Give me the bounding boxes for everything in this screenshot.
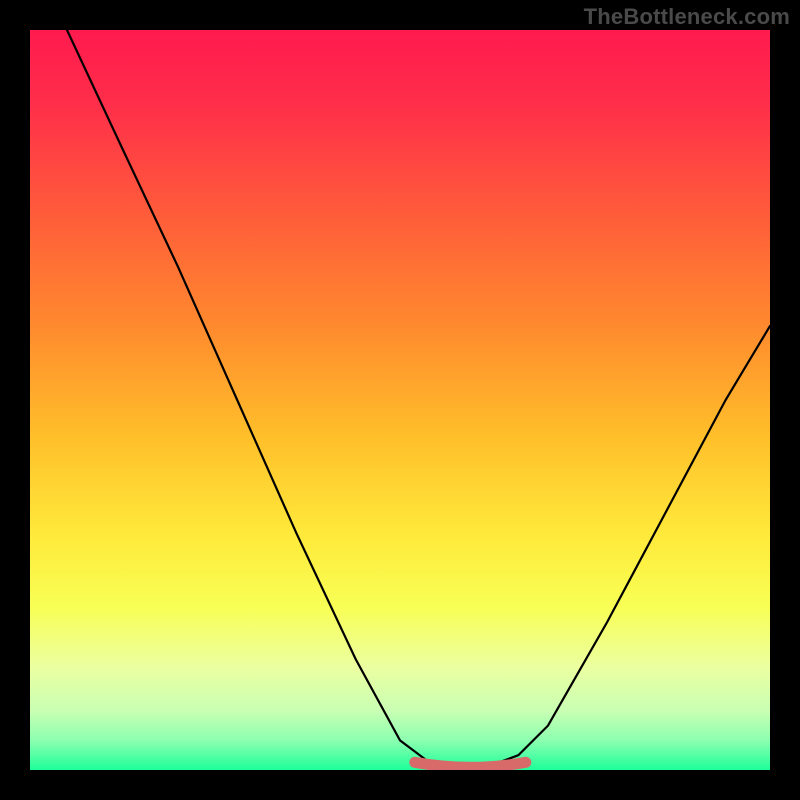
watermark-text: TheBottleneck.com	[584, 4, 790, 30]
plot-area	[30, 30, 770, 770]
optimal-well-highlight	[30, 30, 770, 770]
chart-frame: TheBottleneck.com	[0, 0, 800, 800]
